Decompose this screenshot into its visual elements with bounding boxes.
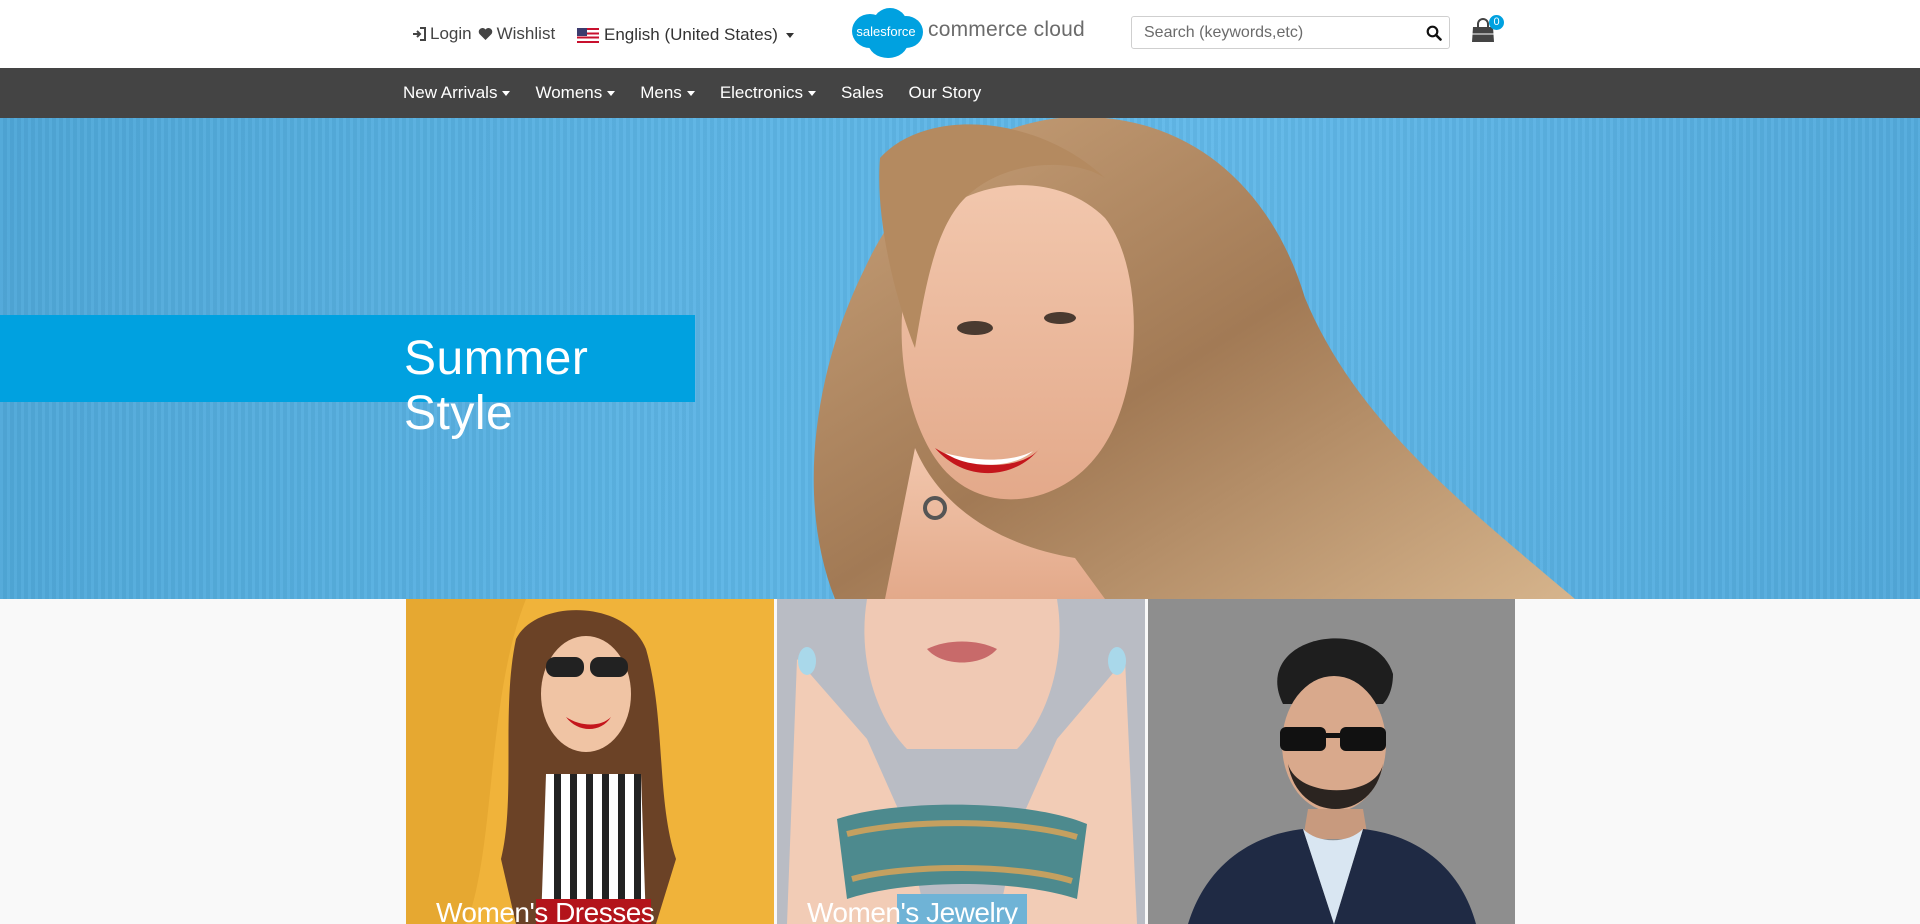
search-button[interactable] (1419, 17, 1449, 48)
nav-item-label: Sales (840, 83, 884, 102)
nav-menu: New Arrivals Womens Mens Electronics Sal… (403, 68, 1006, 118)
login-icon (413, 27, 426, 41)
mens-image (1148, 599, 1515, 924)
nav-item-our-story[interactable]: Our Story (908, 83, 981, 103)
login-link[interactable]: Login (412, 24, 472, 44)
heart-icon (478, 28, 492, 40)
nav-item-electronics[interactable]: Electronics (720, 83, 816, 103)
nav-item-womens[interactable]: Womens (535, 83, 616, 103)
locale-label: English (United States) (604, 25, 778, 44)
main-navigation: New Arrivals Womens Mens Electronics Sal… (0, 68, 1920, 118)
womens-dresses-image (406, 599, 676, 924)
chevron-down-icon (686, 90, 695, 96)
chevron-down-icon (502, 90, 511, 96)
womens-jewelry-image (777, 599, 1145, 924)
minicart[interactable]: 0 (1470, 15, 1504, 48)
hero-title: Summer Style (404, 332, 589, 440)
wishlist-label: Wishlist (496, 24, 556, 43)
hero-model-image (813, 118, 1575, 599)
search-box (1131, 16, 1450, 49)
search-icon (1426, 25, 1442, 41)
us-flag-icon (577, 27, 599, 43)
site-logo[interactable]: salesforce commerce cloud (846, 5, 1085, 61)
nav-item-label: Our Story (908, 83, 982, 102)
wishlist-link[interactable]: Wishlist (478, 24, 556, 44)
tile-label: Women's Dresses (436, 897, 655, 924)
nav-item-label: Electronics (719, 83, 803, 102)
chevron-down-icon (785, 32, 794, 38)
nav-item-mens[interactable]: Mens (640, 83, 695, 103)
cart-count-badge: 0 (1489, 15, 1504, 30)
utility-links: Login Wishlist (412, 24, 561, 44)
category-tiles: Women's Dresses Women's Jewelry (406, 599, 1515, 924)
logo-badge-text: salesforce (856, 23, 916, 39)
hero-banner[interactable]: Summer Style (0, 118, 1920, 599)
site-header: Login Wishlist English (United States) s… (0, 0, 1920, 68)
tile-label: Women's Jewelry (807, 897, 1018, 924)
nav-item-label: Womens (535, 83, 603, 102)
nav-item-sales[interactable]: Sales (841, 83, 884, 103)
salesforce-cloud-logo: salesforce (846, 5, 926, 61)
category-tile-womens-jewelry[interactable]: Women's Jewelry (777, 599, 1145, 924)
login-label: Login (430, 24, 472, 43)
category-tile-womens-dresses[interactable]: Women's Dresses (406, 599, 774, 924)
search-input[interactable] (1132, 17, 1419, 48)
hero-title-banner: Summer Style (0, 315, 695, 440)
locale-selector[interactable]: English (United States) (577, 25, 794, 45)
chevron-down-icon (807, 90, 816, 96)
category-tile-mens[interactable] (1148, 599, 1515, 924)
nav-item-new-arrivals[interactable]: New Arrivals (403, 83, 511, 103)
nav-item-label: New Arrivals (403, 83, 498, 102)
logo-text: commerce cloud (928, 18, 1085, 41)
nav-item-label: Mens (640, 83, 682, 102)
chevron-down-icon (607, 90, 616, 96)
